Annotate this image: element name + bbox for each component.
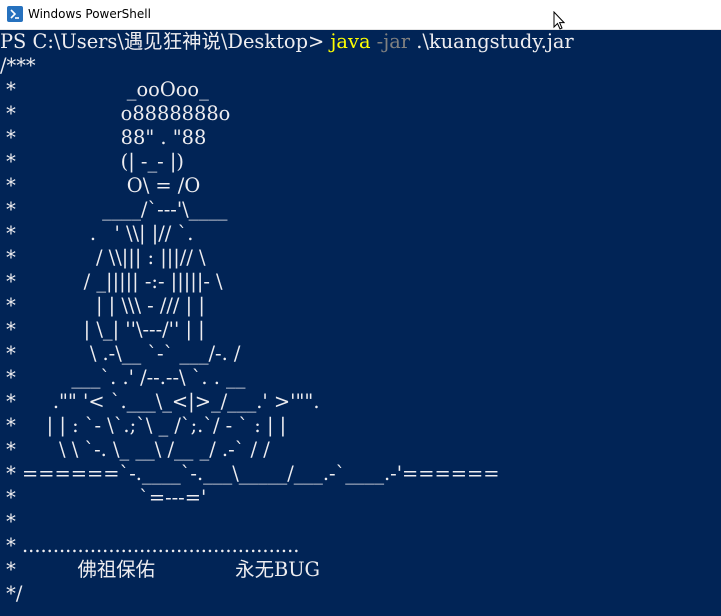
output-line: * | | \\\ - /// | | (0, 294, 205, 317)
powershell-icon (7, 6, 23, 22)
output-line: * ____/`---'\____ (0, 198, 228, 221)
output-line: * `=---=' (0, 486, 207, 509)
output-line: * ======`-.____`-.___\_____/___.-`____.-… (0, 462, 500, 485)
command-parameter: -jar (370, 30, 411, 53)
output-line: * (0, 510, 16, 533)
command-line: PS C:\Users\遇见狂神说\Desktop> java -jar .\k… (0, 30, 574, 54)
mouse-pointer-icon (553, 10, 566, 31)
output-line: * 88" . "88 (0, 126, 207, 149)
output-line: * ......................................… (0, 534, 300, 557)
command-argument: .\kuangstudy.jar (410, 30, 574, 53)
console-output[interactable]: PS C:\Users\遇见狂神说\Desktop> java -jar .\k… (0, 30, 721, 616)
powershell-window: Windows PowerShell PS C:\Users\遇见狂神说\Des… (0, 0, 721, 616)
output-line: * _ooOoo_ (0, 78, 209, 101)
output-line: * 佛祖保佑 永无BUG (0, 558, 321, 581)
output-line: * / _||||| -:- |||||- \ (0, 270, 223, 293)
output-line: * ."" '< `.___\_<|>_/___.' >'"". (0, 390, 320, 413)
output-line: * / \\||| : |||// \ (0, 246, 206, 269)
output-line: * O\ = /O (0, 174, 201, 197)
output-line: * | \_| ''\---/'' | | (0, 318, 205, 341)
output-line: /*** (0, 54, 36, 77)
output-line: */ (0, 582, 23, 605)
output-line: * . ' \\| |// `. (0, 222, 194, 245)
output-line: * o8888888o (0, 102, 231, 125)
prompt-text: PS C:\Users\遇见狂神说\Desktop> (0, 30, 331, 53)
window-title: Windows PowerShell (28, 7, 151, 21)
output-line: * \ \ `-. \_ __\ /__ _/ .-` / / (0, 438, 270, 461)
output-line: * (| -_- |) (0, 150, 184, 173)
output-line: * \ .-\__ `-` ___/-. / (0, 342, 241, 365)
command-executable: java (330, 30, 371, 53)
output-line: * | | : `- \`.;`\ _ /`;.`/ - ` : | | (0, 414, 287, 437)
title-bar[interactable]: Windows PowerShell (0, 0, 721, 30)
output-line: * ___`. .' /--.--\ `. . __ (0, 366, 246, 389)
